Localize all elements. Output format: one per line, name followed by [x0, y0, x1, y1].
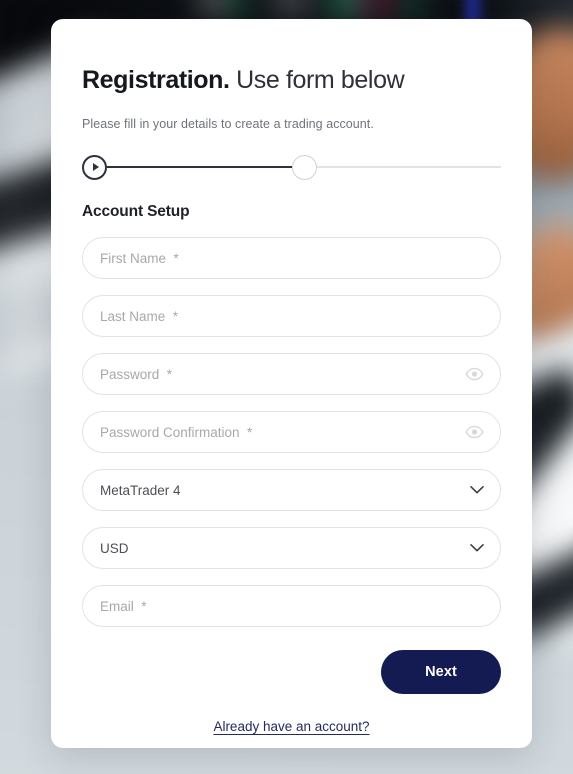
stepper-line-filled: [107, 165, 292, 169]
chevron-down-icon[interactable]: [470, 486, 484, 495]
registration-card: Registration. Use form below Please fill…: [51, 19, 532, 748]
next-button[interactable]: Next: [381, 650, 501, 694]
password-confirmation-input[interactable]: [82, 411, 501, 453]
section-title: Account Setup: [82, 203, 190, 220]
platform-select-value[interactable]: MetaTrader 4: [82, 469, 501, 511]
currency-select-field[interactable]: USD: [82, 527, 501, 569]
email-field: [82, 585, 501, 627]
page-title-strong: Registration.: [82, 66, 230, 94]
password-confirmation-field: [82, 411, 501, 453]
password-input[interactable]: [82, 353, 501, 395]
eye-icon[interactable]: [465, 367, 484, 381]
password-field: [82, 353, 501, 395]
stepper-step-1[interactable]: [82, 154, 107, 180]
play-arrow-icon: [92, 163, 99, 171]
stepper-line-empty: [316, 166, 501, 168]
chevron-down-icon[interactable]: [470, 544, 484, 553]
already-have-account-link[interactable]: Already have an account?: [213, 719, 369, 734]
login-link-row: Already have an account?: [82, 718, 501, 736]
page-title-light: Use form below: [236, 66, 405, 94]
email-input[interactable]: [82, 585, 501, 627]
first-name-input[interactable]: [82, 237, 501, 279]
platform-select-field[interactable]: MetaTrader 4: [82, 469, 501, 511]
last-name-field: [82, 295, 501, 337]
page-subtitle: Please fill in your details to create a …: [82, 117, 374, 131]
last-name-input[interactable]: [82, 295, 501, 337]
stepper-step-2[interactable]: [291, 154, 317, 180]
eye-icon[interactable]: [465, 425, 484, 439]
page-title: Registration. Use form below: [82, 65, 501, 95]
form-actions: Next: [82, 650, 501, 694]
currency-select-value[interactable]: USD: [82, 527, 501, 569]
progress-stepper: [82, 153, 501, 181]
first-name-field: [82, 237, 501, 279]
